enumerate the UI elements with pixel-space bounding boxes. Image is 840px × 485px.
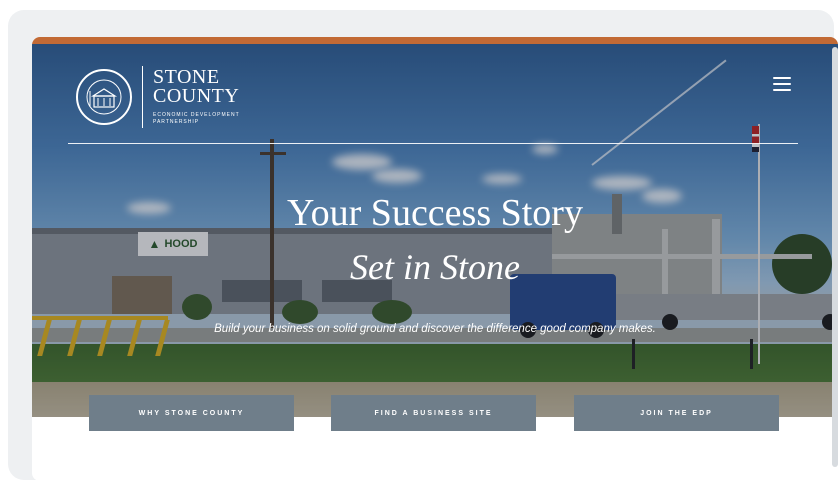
webpage: ▲ HOOD STONE COUNTY ECONOMIC DEVELOPMENT… (32, 37, 838, 481)
courthouse-icon (86, 79, 122, 115)
site-logo[interactable]: STONE COUNTY ECONOMIC DEVELOPMENT PARTNE… (76, 66, 240, 128)
hero-tagline: Build your business on solid ground and … (214, 323, 656, 335)
header-divider (68, 143, 798, 144)
hero-headline: Your Success Story (287, 192, 583, 234)
browser-frame: ▲ HOOD STONE COUNTY ECONOMIC DEVELOPMENT… (8, 10, 838, 481)
logo-wordmark: STONE COUNTY ECONOMIC DEVELOPMENT PARTNE… (153, 67, 240, 126)
menu-bar (773, 77, 791, 79)
menu-bar (773, 83, 791, 85)
brand-name-line2: COUNTY (153, 85, 240, 107)
why-stone-county-button[interactable]: WHY STONE COUNTY (89, 395, 294, 431)
scrollbar[interactable] (832, 47, 838, 467)
logo-divider (142, 66, 143, 128)
brand-subtitle-line2: PARTNERSHIP (153, 119, 200, 125)
join-edp-button[interactable]: JOIN THE EDP (574, 395, 779, 431)
menu-bar (773, 89, 791, 91)
top-accent-bar (32, 37, 838, 44)
find-business-site-button[interactable]: FIND A BUSINESS SITE (331, 395, 536, 431)
hero-section: ▲ HOOD STONE COUNTY ECONOMIC DEVELOPMENT… (32, 44, 838, 417)
brand-subtitle-line1: ECONOMIC DEVELOPMENT (153, 112, 240, 118)
hamburger-menu-icon[interactable] (773, 77, 791, 91)
hero-subheadline: Set in Stone (350, 247, 520, 287)
county-seal-icon (76, 69, 132, 125)
